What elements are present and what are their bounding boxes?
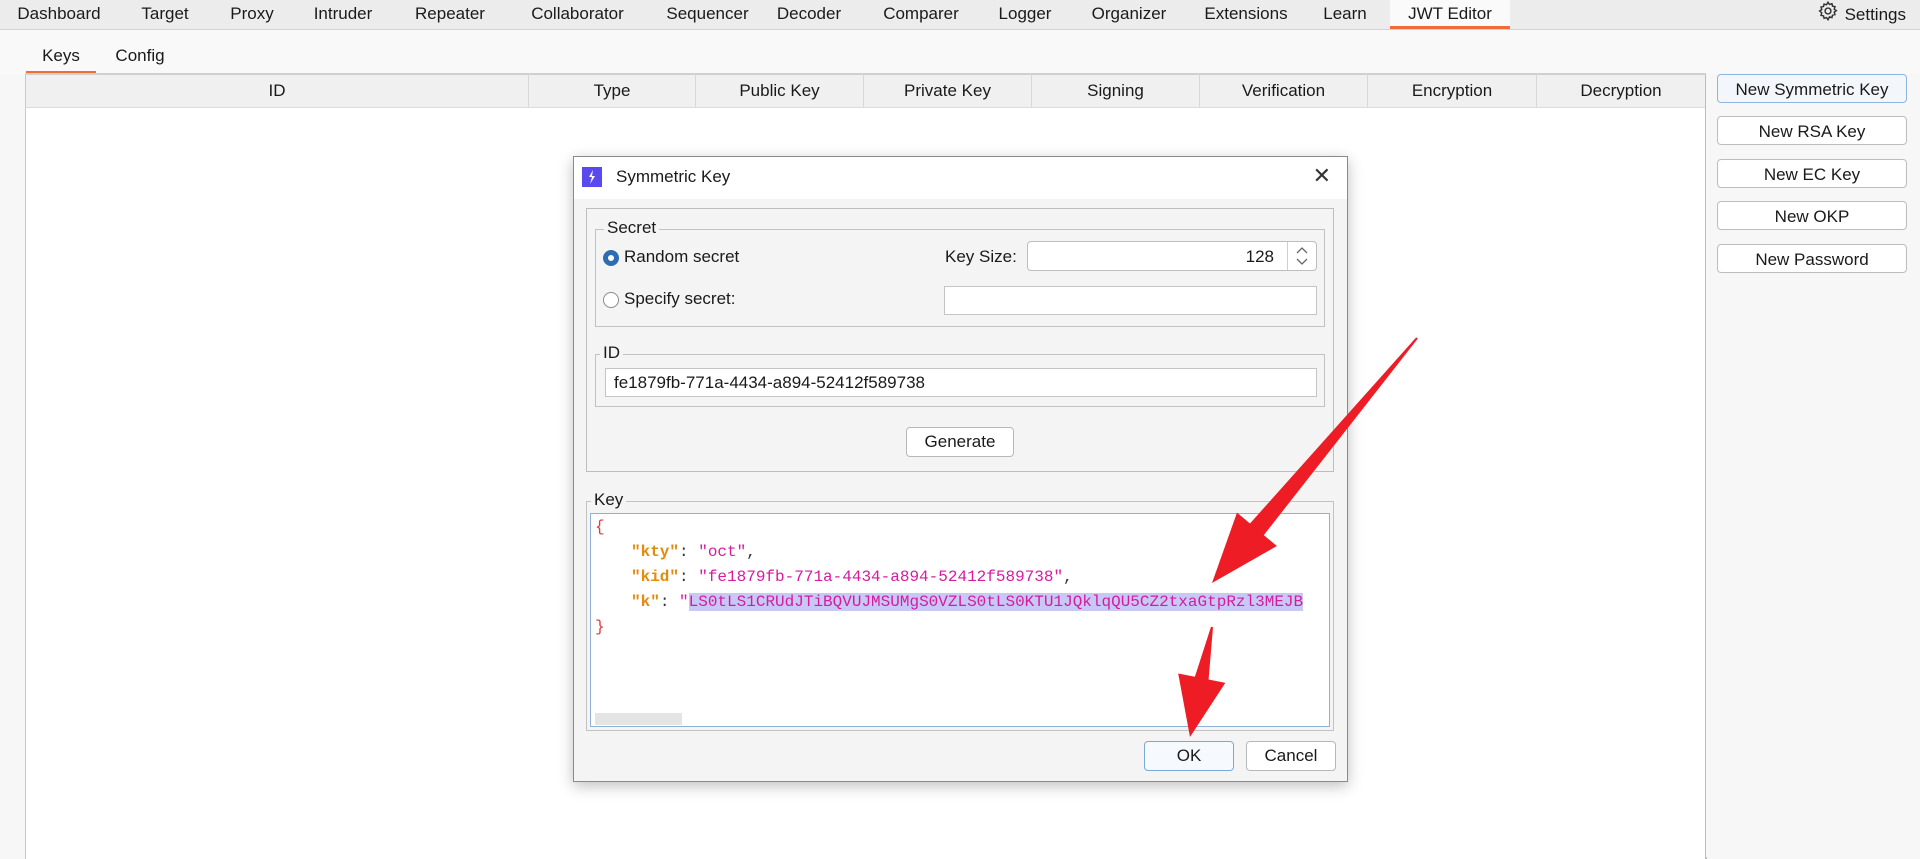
column-header-decryption[interactable]: Decryption xyxy=(1537,75,1705,107)
column-header-id[interactable]: ID xyxy=(26,75,529,107)
json-quote-k: " xyxy=(679,593,689,611)
tab-extensions[interactable]: Extensions xyxy=(1200,0,1292,29)
key-size-label: Key Size: xyxy=(945,247,1017,266)
tab-jwt-editor[interactable]: JWT Editor xyxy=(1390,0,1510,29)
spinner-buttons[interactable] xyxy=(1287,242,1316,270)
ok-button[interactable]: OK xyxy=(1144,741,1234,771)
tab-intruder[interactable]: Intruder xyxy=(300,0,386,29)
subtab-keys[interactable]: Keys xyxy=(26,46,96,74)
json-value-k-selected: LS0tLS1CRUdJTiBQVUJMSUMgS0VZLS0tLS0KTU1J… xyxy=(688,593,1304,611)
key-legend: Key xyxy=(591,490,627,510)
tab-collaborator[interactable]: Collaborator xyxy=(515,0,640,29)
keys-table-header: ID Type Public Key Private Key Signing V… xyxy=(26,75,1705,108)
id-input[interactable]: fe1879fb-771a-4434-a894-52412f589738 xyxy=(605,368,1317,397)
generate-button[interactable]: Generate xyxy=(906,427,1014,457)
tab-comparer[interactable]: Comparer xyxy=(873,0,969,29)
random-secret-radio[interactable] xyxy=(603,250,619,266)
tab-decoder[interactable]: Decoder xyxy=(768,0,850,29)
tab-target[interactable]: Target xyxy=(125,0,205,29)
specify-secret-label[interactable]: Specify secret: xyxy=(624,289,736,309)
column-header-public-key[interactable]: Public Key xyxy=(696,75,864,107)
key-settings-panel: Secret Random secret Specify secret: Key… xyxy=(586,208,1334,472)
tab-repeater[interactable]: Repeater xyxy=(400,0,500,29)
tab-proxy[interactable]: Proxy xyxy=(220,0,284,29)
specify-secret-input[interactable] xyxy=(944,286,1317,315)
secret-group: Secret Random secret Specify secret: Key… xyxy=(595,218,1325,327)
specify-secret-radio[interactable] xyxy=(603,292,619,308)
json-key-kid: "kid" xyxy=(631,568,680,586)
id-group: ID fe1879fb-771a-4434-a894-52412f589738 xyxy=(595,343,1325,407)
new-okp-button[interactable]: New OKP xyxy=(1717,201,1907,230)
horizontal-scrollbar[interactable] xyxy=(595,713,682,725)
new-symmetric-key-button[interactable]: New Symmetric Key xyxy=(1717,74,1907,103)
chevron-up-down-icon[interactable] xyxy=(1288,242,1316,270)
json-value-kty: "oct" xyxy=(698,543,747,561)
tab-organizer[interactable]: Organizer xyxy=(1082,0,1176,29)
key-size-value[interactable]: 128 xyxy=(1246,247,1274,267)
random-secret-label[interactable]: Random secret xyxy=(624,247,739,267)
gear-icon xyxy=(1817,0,1839,30)
column-header-verification[interactable]: Verification xyxy=(1200,75,1368,107)
id-legend: ID xyxy=(600,343,623,363)
subtab-config[interactable]: Config xyxy=(106,46,174,72)
secret-legend: Secret xyxy=(604,218,660,238)
symmetric-key-dialog: Symmetric Key ✕ Secret Random secret Spe… xyxy=(573,156,1348,782)
new-ec-key-button[interactable]: New EC Key xyxy=(1717,159,1907,188)
sub-tab-bar: Keys Config xyxy=(0,30,1920,74)
new-password-button[interactable]: New Password xyxy=(1717,244,1907,273)
key-size-spinner[interactable]: 128 xyxy=(1027,241,1317,271)
main-tab-bar: Dashboard Target Proxy Intruder Repeater… xyxy=(0,0,1920,30)
dialog-title-bar: Symmetric Key ✕ xyxy=(574,157,1347,199)
json-open-brace: { xyxy=(595,518,605,536)
settings-button[interactable]: Settings xyxy=(1817,0,1906,29)
tab-logger[interactable]: Logger xyxy=(990,0,1060,29)
tab-sequencer[interactable]: Sequencer xyxy=(650,0,765,29)
json-key-k: "k" xyxy=(631,593,660,611)
new-rsa-key-button[interactable]: New RSA Key xyxy=(1717,116,1907,145)
close-icon[interactable]: ✕ xyxy=(1313,165,1331,187)
column-header-encryption[interactable]: Encryption xyxy=(1368,75,1537,107)
key-json-editor[interactable]: { "kty": "oct", "kid": "fe1879fb-771a-44… xyxy=(590,513,1330,727)
column-header-signing[interactable]: Signing xyxy=(1032,75,1200,107)
json-close-brace: } xyxy=(595,618,605,636)
tab-learn[interactable]: Learn xyxy=(1312,0,1378,29)
key-actions-panel: New Symmetric Key New RSA Key New EC Key… xyxy=(1706,73,1920,857)
settings-label: Settings xyxy=(1844,5,1906,24)
tab-dashboard[interactable]: Dashboard xyxy=(8,0,110,29)
json-value-kid: "fe1879fb-771a-4434-a894-52412f589738" xyxy=(698,568,1064,586)
cancel-button[interactable]: Cancel xyxy=(1246,741,1336,771)
lightning-icon xyxy=(582,167,602,187)
json-key-kty: "kty" xyxy=(631,543,680,561)
column-header-private-key[interactable]: Private Key xyxy=(864,75,1032,107)
column-header-type[interactable]: Type xyxy=(529,75,696,107)
dialog-title: Symmetric Key xyxy=(616,167,731,186)
